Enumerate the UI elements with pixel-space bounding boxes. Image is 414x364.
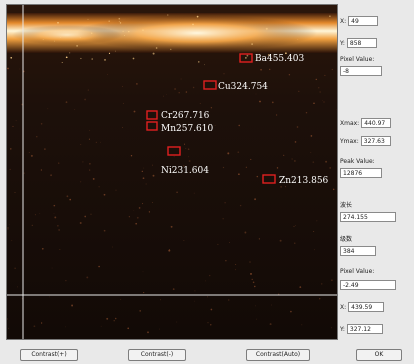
y2-label: Y: [340, 325, 345, 333]
spectrum-image-view[interactable]: Ba455.403 Cu324.754 Cr267.716 Mn257.610 Ni23… [6, 4, 338, 340]
marker-label: Zn213.856 [279, 176, 329, 186]
y2-field[interactable]: 327.12 [346, 324, 383, 334]
y-field[interactable]: 858 [346, 38, 377, 48]
peak-value-field[interactable]: 12876 [340, 168, 382, 178]
wavelength-field[interactable]: 274.155 [340, 212, 396, 222]
order-field[interactable]: 384 [340, 246, 376, 256]
info-panel: X: 49 Y: 858 Pixel Value: -8 Xmax: 440.9… [340, 4, 410, 338]
marker-label: Ba455.403 [255, 54, 304, 64]
x-field[interactable]: 49 [348, 16, 379, 26]
order-label: 级数 [340, 236, 353, 243]
ymax-field[interactable]: 327.63 [360, 136, 391, 146]
marker-label: Cu324.754 [218, 82, 268, 92]
pixel-value-field[interactable]: -8 [340, 66, 382, 76]
y-label: Y: [340, 39, 345, 47]
pixel-value-label: Pixel Value: [340, 56, 375, 63]
pixel-value2-label: Pixel Value: [340, 268, 375, 275]
x2-label: X: [340, 303, 347, 311]
spectrum-canvas: Ba455.403 Cu324.754 Cr267.716 Mn257.610 Ni23… [7, 5, 337, 339]
marker-label: Mn257.610 [161, 124, 214, 134]
x-label: X: [340, 17, 347, 25]
x2-field[interactable]: 439.59 [348, 302, 385, 312]
marker-label: Cr267.716 [161, 111, 210, 121]
ok-button[interactable]: OK [356, 349, 402, 361]
wavelength-label: 波长 [340, 202, 353, 209]
ymax-label: Ymax: [340, 137, 359, 145]
pixel-value2-field[interactable]: -2.49 [340, 280, 396, 290]
contrast-plus-button[interactable]: Contrast(+) [20, 349, 78, 361]
xmax-label: Xmax: [340, 119, 360, 127]
marker-label: Ni231.604 [161, 166, 209, 176]
xmax-field[interactable]: 440.97 [361, 118, 392, 128]
contrast-auto-button[interactable]: Contrast(Auto) [246, 349, 310, 361]
peak-value-label: Peak Value: [340, 158, 375, 165]
contrast-minus-button[interactable]: Contrast(-) [128, 349, 186, 361]
